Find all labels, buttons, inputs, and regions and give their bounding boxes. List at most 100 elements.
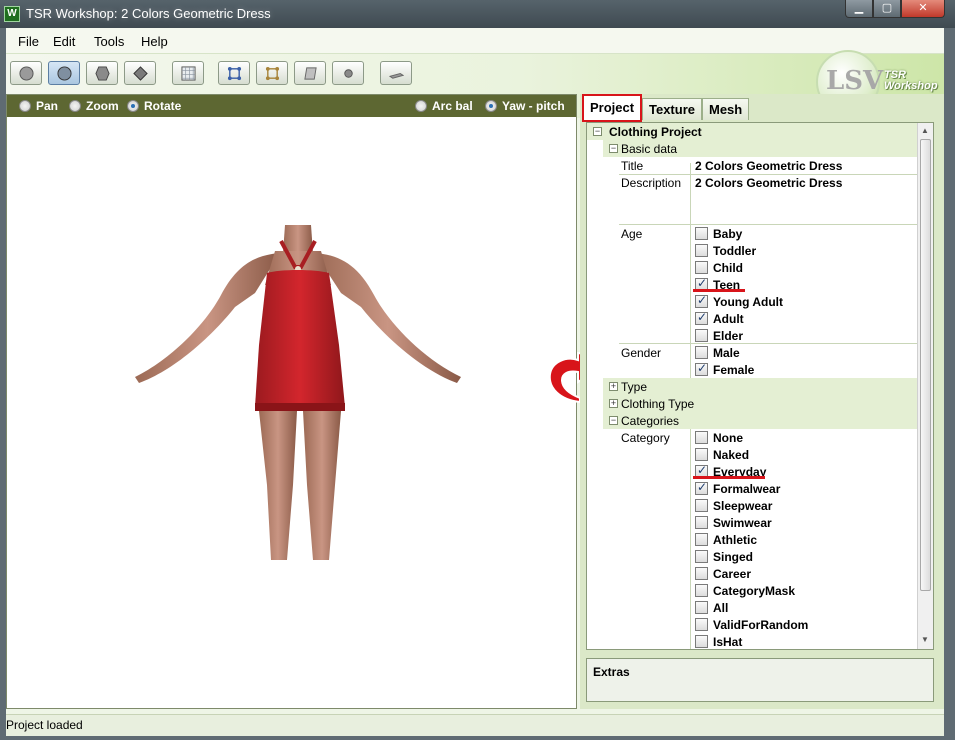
menu-help[interactable]: Help [141,34,168,49]
categories-row[interactable]: − Categories [603,412,917,429]
scroll-up-icon[interactable]: ▲ [921,126,929,135]
category-option-row[interactable]: CategoryMask [587,582,917,599]
category-option-label: All [713,601,729,615]
3d-viewport[interactable]: Pan Zoom Rotate Arc bal Yaw - pitch [6,94,577,709]
dot-icon[interactable] [332,61,364,85]
plane-icon[interactable] [294,61,326,85]
age-option-row[interactable]: Baby [587,225,917,242]
collapse-icon[interactable]: − [593,127,602,136]
gender-option-label: Female [713,363,755,377]
app-icon[interactable]: W [4,6,20,22]
checkbox[interactable] [695,533,708,546]
category-option-row[interactable]: Sleepwear [587,497,917,514]
age-option-row[interactable]: Teen [587,276,917,293]
maximize-icon[interactable]: ▢ [873,0,901,18]
gender-option-row[interactable]: Male [587,344,917,361]
arcball-radio[interactable]: Arc bal [415,99,473,113]
checkbox[interactable] [695,346,708,359]
category-option-row[interactable]: All [587,599,917,616]
checkbox[interactable] [695,261,708,274]
category-option-row[interactable]: Athletic [587,531,917,548]
menu-file[interactable]: File [18,34,39,49]
basic-data-row[interactable]: − Basic data [603,140,917,157]
checkbox[interactable] [695,567,708,580]
age-option-row[interactable]: Toddler [587,242,917,259]
hexagon-icon[interactable] [86,61,118,85]
checkbox[interactable] [695,635,708,648]
category-option-row[interactable]: Swimwear [587,514,917,531]
title-bar[interactable]: W TSR Workshop: 2 Colors Geometric Dress… [0,0,955,28]
age-option-row[interactable]: Adult [587,310,917,327]
category-option-row[interactable]: ValidForRandom [587,616,917,633]
category-option-row[interactable]: Formalwear [587,480,917,497]
description-row[interactable]: Description 2 Colors Geometric Dress [587,174,917,224]
checkbox[interactable] [695,618,708,631]
checkbox[interactable] [695,499,708,512]
scroll-thumb[interactable] [920,139,931,591]
bones-icon[interactable] [218,61,250,85]
checkbox[interactable] [695,448,708,461]
checkbox[interactable] [695,584,708,597]
category-option-row[interactable]: None [587,429,917,446]
category-option-row[interactable]: Singed [587,548,917,565]
age-option-label: Young Adult [713,295,783,309]
checkbox[interactable] [695,480,708,495]
age-option-row[interactable]: Child [587,259,917,276]
checkbox[interactable] [695,293,708,308]
checkbox[interactable] [695,227,708,240]
category-option-label: Formalwear [713,482,781,496]
expand-icon[interactable]: + [609,382,618,391]
category-option-row[interactable]: Naked [587,446,917,463]
tab-project[interactable]: Project [582,94,643,122]
checkbox[interactable] [695,310,708,325]
collapse-icon[interactable]: − [609,144,618,153]
sphere-icon[interactable] [10,61,42,85]
status-bar: Project loaded [6,714,944,736]
zoom-radio[interactable]: Zoom [69,99,119,113]
category-option-row[interactable]: Career [587,565,917,582]
everyday-underline [693,476,765,479]
title-row[interactable]: Title 2 Colors Geometric Dress [587,157,917,174]
property-grid[interactable]: − Clothing Project − Basic data Title 2 … [586,122,934,650]
clothing-type-row[interactable]: + Clothing Type [603,395,917,412]
yaw-pitch-radio[interactable]: Yaw - pitch [485,99,565,113]
type-row[interactable]: + Type [603,378,917,395]
tab-texture[interactable]: Texture [642,98,702,120]
tab-mesh[interactable]: Mesh [702,98,750,120]
description-value[interactable]: 2 Colors Geometric Dress [695,176,842,190]
close-icon[interactable]: ✕ [901,0,945,18]
circle-icon[interactable] [48,61,80,85]
collapse-icon[interactable]: − [609,416,618,425]
expand-icon[interactable]: + [609,399,618,408]
menu-edit[interactable]: Edit [53,34,75,49]
checkbox[interactable] [695,244,708,257]
red-dress [255,270,345,407]
grid-icon[interactable] [172,61,204,85]
gender-option-row[interactable]: Female [587,361,917,378]
pan-radio[interactable]: Pan [19,99,58,113]
checkbox[interactable] [695,601,708,614]
category-option-label: Naked [713,448,750,462]
title-value[interactable]: 2 Colors Geometric Dress [695,159,842,173]
minimize-icon[interactable]: ▁ [845,0,873,18]
checkbox[interactable] [695,550,708,563]
property-scrollbar[interactable]: ▲ ▼ [917,123,933,649]
category-option-row[interactable]: IsHat [587,633,917,649]
neck [283,225,313,253]
checkbox[interactable] [695,329,708,342]
diamond-icon[interactable] [124,61,156,85]
bones-alt-icon[interactable] [256,61,288,85]
rotate-radio[interactable]: Rotate [127,99,181,113]
menu-tools[interactable]: Tools [94,34,124,49]
checkbox[interactable] [695,431,708,444]
client-area: File Edit Tools Help LSV TSR Workshop Pa… [6,28,944,736]
checkbox[interactable] [695,361,708,376]
age-option-label: Adult [713,312,744,326]
age-option-row[interactable]: Elder [587,327,917,344]
dress-model [135,225,461,560]
scroll-down-icon[interactable]: ▼ [921,635,929,644]
clothing-project-row[interactable]: − Clothing Project [587,123,917,140]
flat-icon[interactable] [380,61,412,85]
age-option-row[interactable]: Young Adult [587,293,917,310]
checkbox[interactable] [695,516,708,529]
